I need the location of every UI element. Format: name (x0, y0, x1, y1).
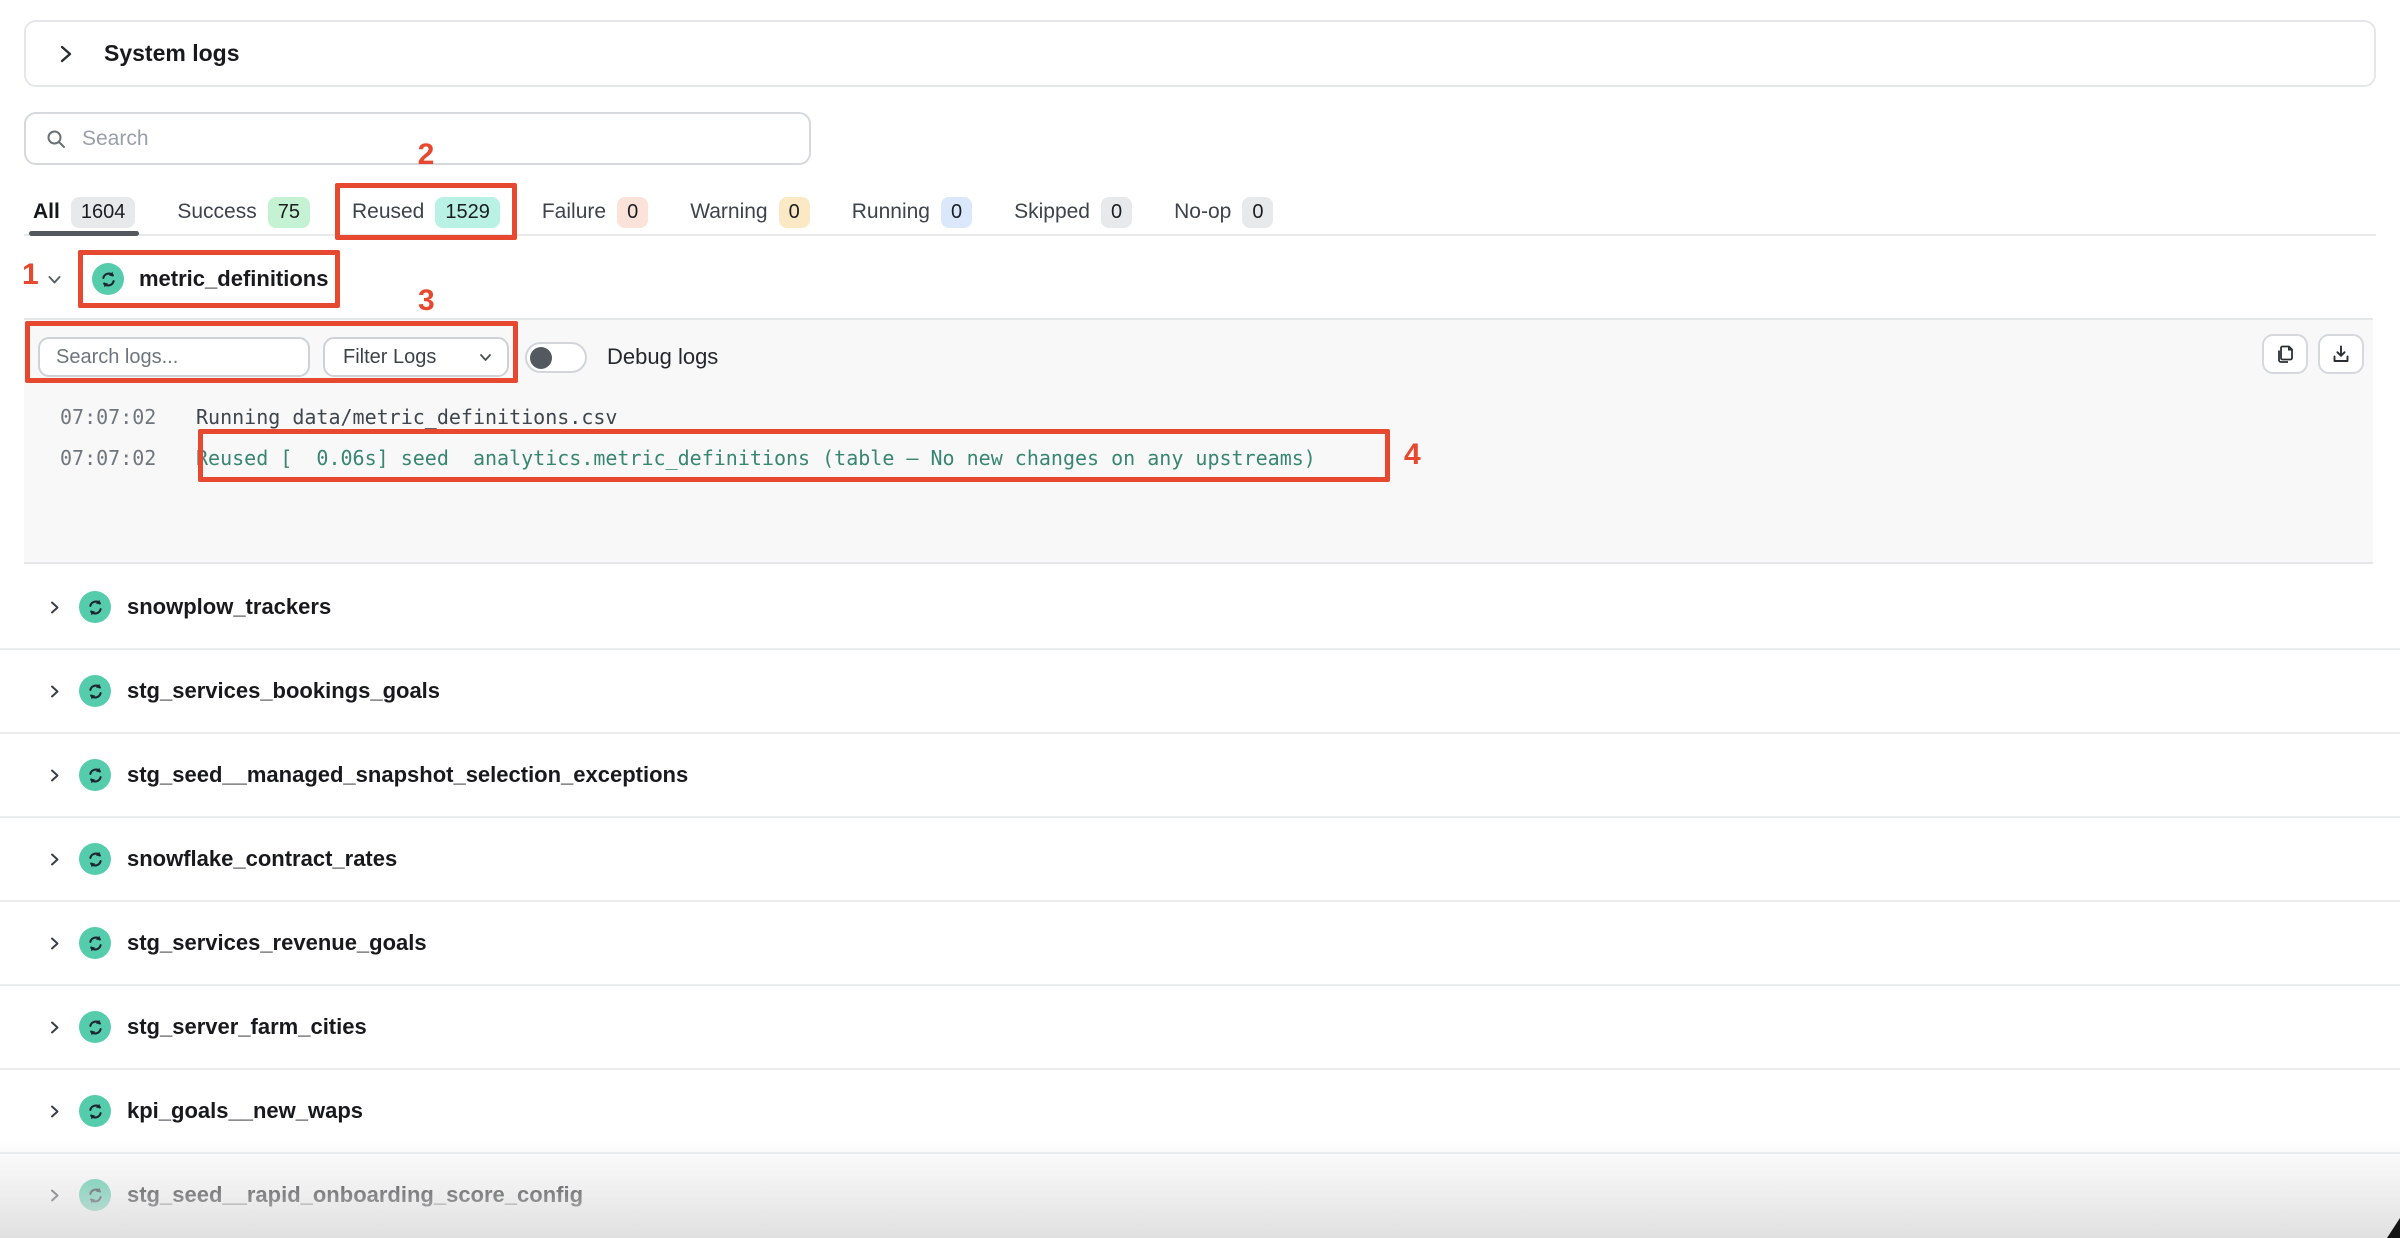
model-row[interactable]: stg_services_bookings_goals (0, 650, 2400, 734)
tab-running-count-badge: 0 (941, 197, 972, 228)
model-row[interactable]: snowflake_contract_rates (0, 818, 2400, 902)
tab-reused-count-badge: 1529 (435, 197, 500, 228)
tab-success[interactable]: Success 75 (177, 190, 310, 234)
chevron-down-icon (478, 350, 493, 365)
tab-all-count-badge: 1604 (71, 197, 136, 228)
tab-warning-count-badge: 0 (779, 197, 810, 228)
download-icon (2330, 343, 2352, 365)
debug-logs-label: Debug logs (607, 344, 718, 370)
tab-all[interactable]: All 1604 (33, 190, 135, 234)
chevron-right-icon (46, 1187, 63, 1204)
model-row-metric-definitions[interactable]: metric_definitions (0, 240, 2400, 318)
system-logs-page: System logs All 1604 Success 75 Reused 1… (0, 0, 2400, 1238)
tab-running[interactable]: Running 0 (852, 190, 972, 234)
model-row[interactable]: snowplow_trackers (0, 566, 2400, 650)
tab-failure[interactable]: Failure 0 (542, 190, 648, 234)
search-logs-input[interactable] (38, 337, 310, 377)
model-row[interactable]: kpi_goals__new_waps (0, 1070, 2400, 1154)
reused-status-icon (79, 1179, 111, 1211)
model-name: metric_definitions (139, 266, 328, 292)
tab-noop[interactable]: No-op 0 (1174, 190, 1273, 234)
chevron-right-icon[interactable] (56, 43, 76, 65)
model-name: stg_services_revenue_goals (127, 930, 427, 956)
model-name: stg_services_bookings_goals (127, 678, 440, 704)
model-name: stg_server_farm_cities (127, 1014, 367, 1040)
reused-status-icon (79, 1011, 111, 1043)
chevron-right-icon (46, 1103, 63, 1120)
log-timestamp: 07:07:02 (60, 446, 196, 470)
model-row[interactable]: stg_services_revenue_goals (0, 902, 2400, 986)
model-name: stg_seed__managed_snapshot_selection_exc… (127, 762, 688, 788)
log-panel: Filter Logs Debug logs (24, 318, 2373, 564)
log-message-reused: Reused [ 0.06s] seed analytics.metric_de… (196, 446, 1316, 470)
chevron-right-icon (46, 1019, 63, 1036)
model-name: snowplow_trackers (127, 594, 331, 620)
copy-icon (2274, 343, 2296, 365)
tab-skipped[interactable]: Skipped 0 (1014, 190, 1132, 234)
chevron-right-icon (46, 683, 63, 700)
log-line: 07:07:02 Reused [ 0.06s] seed analytics.… (24, 437, 2373, 478)
download-logs-button[interactable] (2318, 334, 2364, 374)
reused-status-icon (92, 263, 124, 295)
log-timestamp: 07:07:02 (60, 405, 196, 429)
search-input[interactable] (82, 127, 809, 151)
reused-status-icon (79, 1095, 111, 1127)
tab-failure-count-badge: 0 (617, 197, 648, 228)
model-name: snowflake_contract_rates (127, 846, 397, 872)
chevron-down-icon[interactable] (46, 271, 63, 288)
chevron-right-icon (46, 767, 63, 784)
model-row[interactable]: stg_seed__managed_snapshot_selection_exc… (0, 734, 2400, 818)
chevron-right-icon (46, 599, 63, 616)
chevron-right-icon (46, 935, 63, 952)
log-line: 07:07:02 Running data/metric_definitions… (24, 396, 2373, 437)
chevron-right-icon (46, 851, 63, 868)
page-title: System logs (104, 40, 240, 67)
search-icon (44, 127, 68, 151)
toggle-knob (530, 347, 552, 369)
log-output: 07:07:02 Running data/metric_definitions… (24, 396, 2373, 478)
filter-logs-dropdown[interactable]: Filter Logs (323, 337, 509, 377)
reused-status-icon (79, 843, 111, 875)
tab-skipped-count-badge: 0 (1101, 197, 1132, 228)
search-bar[interactable] (24, 112, 811, 165)
reused-status-icon (79, 591, 111, 623)
debug-logs-toggle[interactable] (525, 342, 587, 373)
tab-success-count-badge: 75 (268, 197, 310, 228)
reused-status-icon (79, 927, 111, 959)
tab-noop-count-badge: 0 (1242, 197, 1273, 228)
reused-status-icon (79, 759, 111, 791)
system-logs-header[interactable]: System logs (24, 20, 2376, 87)
model-row[interactable]: stg_seed__rapid_onboarding_score_config (0, 1154, 2400, 1238)
model-name: kpi_goals__new_waps (127, 1098, 363, 1124)
copy-logs-button[interactable] (2262, 334, 2308, 374)
model-row[interactable]: stg_server_farm_cities (0, 986, 2400, 1070)
model-name: stg_seed__rapid_onboarding_score_config (127, 1182, 583, 1208)
reused-status-icon (79, 675, 111, 707)
log-message: Running data/metric_definitions.csv (196, 405, 617, 429)
status-tabs: All 1604 Success 75 Reused 1529 2 Failur… (24, 190, 2376, 236)
tab-reused[interactable]: Reused 1529 2 (352, 190, 500, 234)
tab-warning[interactable]: Warning 0 (690, 190, 810, 234)
